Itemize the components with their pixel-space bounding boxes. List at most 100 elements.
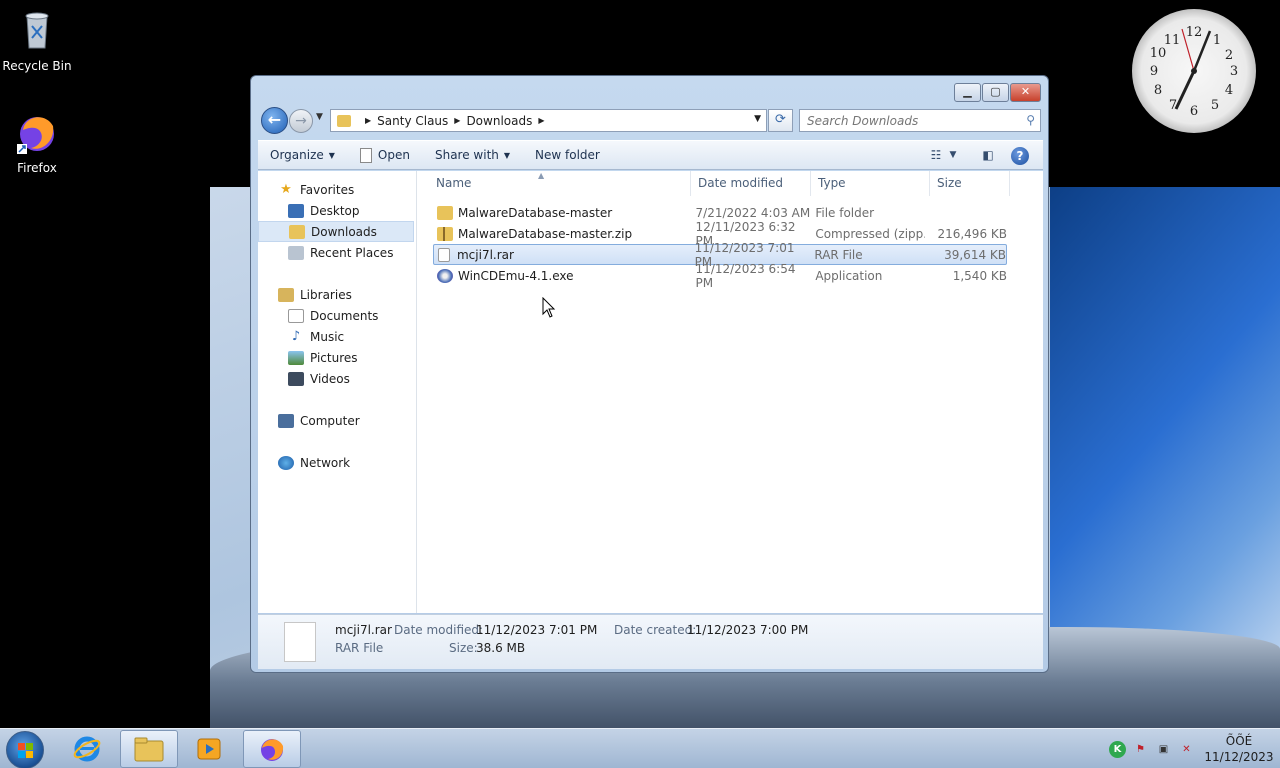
close-button[interactable]: ✕ [1010, 83, 1041, 102]
explorer-window[interactable]: ▁ ▢ ✕ ← → ▼ ▶ Santy Claus ▶ Downloads ▶ … [250, 75, 1049, 673]
zip-folder-icon [437, 226, 453, 241]
nav-item-recent-places[interactable]: Recent Places [258, 242, 416, 263]
chevron-down-icon[interactable]: ▼ [754, 114, 761, 124]
file-name: MalwareDatabase-master [457, 205, 613, 220]
chevron-down-icon: ▼ [328, 150, 335, 160]
file-list: ▲ Name Date modified Type Size MalwareDa… [418, 171, 1043, 613]
back-button[interactable]: ← [261, 107, 288, 134]
breadcrumb-item[interactable]: Santy Claus [377, 114, 448, 128]
computer-icon [278, 413, 294, 428]
desktop-icon-recycle-bin[interactable]: Recycle Bin [0, 8, 74, 73]
column-header-size[interactable]: Size [930, 171, 1010, 196]
share-with-label: Share with [434, 148, 499, 162]
document-icon [359, 147, 372, 163]
star-icon: ★ [280, 181, 292, 197]
taskbar-internet-explorer[interactable] [58, 730, 116, 768]
open-button[interactable]: Open [348, 140, 423, 170]
security-shield-icon[interactable]: K [1109, 740, 1126, 758]
taskbar-clock[interactable]: ÕÕÉ 11/12/2023 [1198, 733, 1280, 765]
documents-icon [288, 308, 304, 323]
nav-item-label: Pictures [310, 350, 358, 365]
column-header-type[interactable]: Type [811, 171, 930, 196]
windows-logo-icon [18, 743, 33, 758]
view-options-chevron-down-icon[interactable]: ▼ [947, 145, 959, 167]
internet-explorer-icon [73, 736, 101, 762]
nav-item-label: Desktop [310, 203, 360, 218]
file-size: 39,614 KB [944, 247, 1006, 262]
clock-gadget[interactable]: 12 1 2 3 4 5 6 7 8 9 10 11 [1132, 9, 1256, 133]
libraries-icon [278, 287, 294, 302]
clock-numeral: 1 [1213, 33, 1221, 48]
nav-item-videos[interactable]: Videos [258, 368, 416, 389]
pictures-icon [288, 350, 304, 365]
nav-item-pictures[interactable]: Pictures [258, 347, 416, 368]
column-header-label: Name [436, 176, 472, 190]
chevron-down-icon: ▼ [503, 150, 511, 160]
volume-muted-icon[interactable]: ✕ [1178, 741, 1195, 758]
search-box[interactable]: ⚲ [799, 109, 1041, 132]
firefox-icon [17, 117, 54, 154]
column-header-name[interactable]: ▲ Name [418, 171, 691, 196]
nav-item-favorites[interactable]: ★ Favorites [258, 179, 416, 200]
taskbar-firefox[interactable] [243, 730, 301, 768]
clock-numeral: 12 [1186, 25, 1203, 40]
desktop-icon-firefox[interactable]: Firefox [0, 110, 74, 175]
share-with-button[interactable]: Share with ▼ [423, 140, 523, 170]
nav-item-libraries[interactable]: Libraries [258, 284, 416, 305]
search-input[interactable] [800, 110, 1010, 131]
breadcrumb-item[interactable]: Downloads [466, 114, 532, 128]
chevron-right-icon[interactable]: ▶ [538, 116, 544, 125]
forward-button[interactable]: → [289, 109, 313, 133]
file-type: Application [815, 268, 883, 283]
column-header-date-modified[interactable]: Date modified [691, 171, 811, 196]
preview-pane-icon[interactable]: ◧ [977, 145, 999, 167]
refresh-button[interactable]: ⟳ [768, 109, 793, 132]
chevron-right-icon[interactable]: ▶ [365, 116, 371, 125]
clock-numeral: 2 [1225, 48, 1233, 63]
network-icon [278, 455, 294, 470]
nav-item-documents[interactable]: Documents [258, 305, 416, 326]
clock-numeral: 7 [1169, 98, 1177, 113]
nav-item-label: Computer [300, 413, 360, 428]
details-date-created-label: Date created: [614, 623, 697, 637]
recent-pages-dropdown[interactable]: ▼ [316, 112, 323, 122]
taskbar-media-player[interactable] [180, 730, 238, 768]
address-bar[interactable]: ▶ Santy Claus ▶ Downloads ▶ ▼ [330, 109, 767, 132]
column-header-label: Type [818, 176, 846, 190]
help-icon[interactable]: ? [1011, 147, 1029, 165]
nav-item-network[interactable]: Network [258, 452, 416, 473]
taskbar-time: ÕÕÉ [1225, 734, 1253, 748]
nav-item-label: Network [300, 455, 351, 470]
nav-item-music[interactable]: ♪ Music [258, 326, 416, 347]
nav-item-downloads[interactable]: Downloads [258, 221, 414, 242]
installer-icon [437, 268, 453, 283]
organize-button[interactable]: Organize ▼ [258, 140, 348, 170]
start-button[interactable] [6, 731, 44, 768]
change-view-icon[interactable]: ☷ [925, 145, 947, 167]
chevron-right-icon[interactable]: ▶ [454, 116, 460, 125]
nav-item-computer[interactable]: Computer [258, 410, 416, 431]
network-status-icon[interactable]: ▣ [1155, 741, 1172, 758]
maximize-button[interactable]: ▢ [982, 83, 1009, 102]
search-icon[interactable]: ⚲ [1026, 113, 1035, 127]
nav-item-desktop[interactable]: Desktop [258, 200, 416, 221]
taskbar-windows-explorer[interactable] [120, 730, 178, 768]
minimize-button[interactable]: ▁ [954, 83, 981, 102]
nav-item-label: Documents [310, 308, 379, 323]
desktop-icon [288, 203, 304, 218]
new-folder-label: New folder [535, 148, 600, 162]
column-headers: ▲ Name Date modified Type Size [418, 171, 1043, 196]
details-filename: mcji7l.rar [335, 623, 392, 637]
file-row[interactable]: WinCDEmu-4.1.exe 11/12/2023 6:54 PM Appl… [433, 262, 1007, 290]
details-pane: mcji7l.rar RAR File Date modified: 11/12… [258, 614, 1043, 669]
file-type: File folder [815, 205, 875, 220]
action-center-flag-icon[interactable]: ⚑ [1132, 741, 1149, 758]
file-type: Compressed (zipp... [815, 226, 926, 241]
new-folder-button[interactable]: New folder [523, 140, 613, 170]
column-header-label: Date modified [698, 176, 784, 190]
nav-item-label: Downloads [311, 224, 377, 239]
clock-numeral: 11 [1164, 33, 1181, 48]
details-size: 38.6 MB [476, 641, 526, 655]
file-size: 216,496 KB [937, 226, 1007, 241]
